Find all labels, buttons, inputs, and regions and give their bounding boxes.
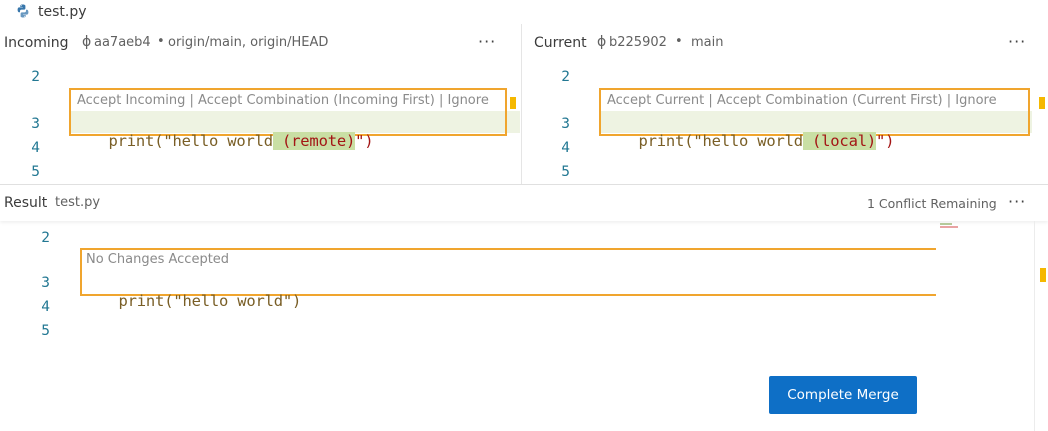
line-number: 3 [31, 116, 40, 132]
line-number: 5 [41, 323, 50, 339]
current-codelens[interactable]: Accept Current | Accept Combination (Cur… [607, 93, 997, 108]
commit-icon: ϕ [597, 34, 607, 50]
code-text: ") [875, 132, 895, 150]
code-text: print("hello world") [118, 292, 302, 310]
result-codelens: No Changes Accepted [86, 252, 230, 267]
current-code-line: print("hello world (local)") [602, 114, 894, 168]
result-more-button[interactable]: ··· [1008, 192, 1026, 211]
incoming-header: Incoming ϕ aa7aeb4 • origin/main, origin… [0, 24, 520, 62]
incoming-commit: aa7aeb4 [94, 35, 151, 50]
current-header: Current ϕ b225902 • main ··· [522, 24, 1048, 62]
incoming-code-line: print("hello world (remote)") [72, 114, 374, 168]
result-label: Result [4, 195, 48, 211]
result-code-line: print("hello world") [82, 274, 302, 328]
line-number: 2 [561, 69, 570, 85]
line-number: 4 [561, 140, 570, 156]
minimap-slice [940, 222, 964, 228]
scrollbar-track[interactable] [1034, 221, 1035, 431]
tab-bar: test.py [0, 0, 1048, 24]
line-number: 5 [561, 164, 570, 180]
incoming-label: Incoming [4, 35, 69, 51]
current-refs: main [691, 35, 724, 50]
incoming-codelens[interactable]: Accept Incoming | Accept Combination (In… [77, 93, 489, 108]
current-label: Current [534, 35, 587, 51]
code-highlight: (local) [802, 132, 876, 150]
line-number: 2 [41, 230, 50, 246]
commit-icon: ϕ [82, 34, 92, 50]
result-header: Result test.py 1 Conflict Remaining ··· [0, 185, 1048, 221]
line-number: 3 [41, 275, 50, 291]
complete-merge-button[interactable]: Complete Merge [769, 376, 917, 414]
conflict-marker [1039, 97, 1045, 109]
line-number: 2 [31, 69, 40, 85]
line-number: 4 [41, 299, 50, 315]
line-number: 4 [31, 140, 40, 156]
code-text: ") [355, 132, 374, 150]
separator-dot: • [675, 34, 683, 49]
current-more-button[interactable]: ··· [1008, 32, 1026, 51]
line-number: 3 [561, 116, 570, 132]
result-file: test.py [55, 195, 101, 210]
line-number: 5 [31, 164, 40, 180]
tab-title[interactable]: test.py [38, 4, 87, 20]
code-highlight: (remote) [272, 132, 356, 150]
separator-dot: • [157, 34, 165, 49]
incoming-more-button[interactable]: ··· [478, 32, 496, 51]
result-pane: Result test.py 1 Conflict Remaining ··· … [0, 185, 1048, 431]
code-text: print("hello world [108, 132, 274, 150]
python-file-icon [15, 3, 31, 19]
current-pane: Current ϕ b225902 • main ··· 2 3 4 5 Acc… [522, 24, 1048, 184]
conflict-status: 1 Conflict Remaining [867, 196, 997, 211]
code-text: print("hello world [638, 132, 804, 150]
current-commit: b225902 [609, 35, 667, 50]
conflict-marker [1040, 268, 1046, 282]
incoming-pane: Incoming ϕ aa7aeb4 • origin/main, origin… [0, 24, 520, 184]
incoming-refs: origin/main, origin/HEAD [168, 35, 329, 50]
conflict-marker [510, 97, 516, 109]
